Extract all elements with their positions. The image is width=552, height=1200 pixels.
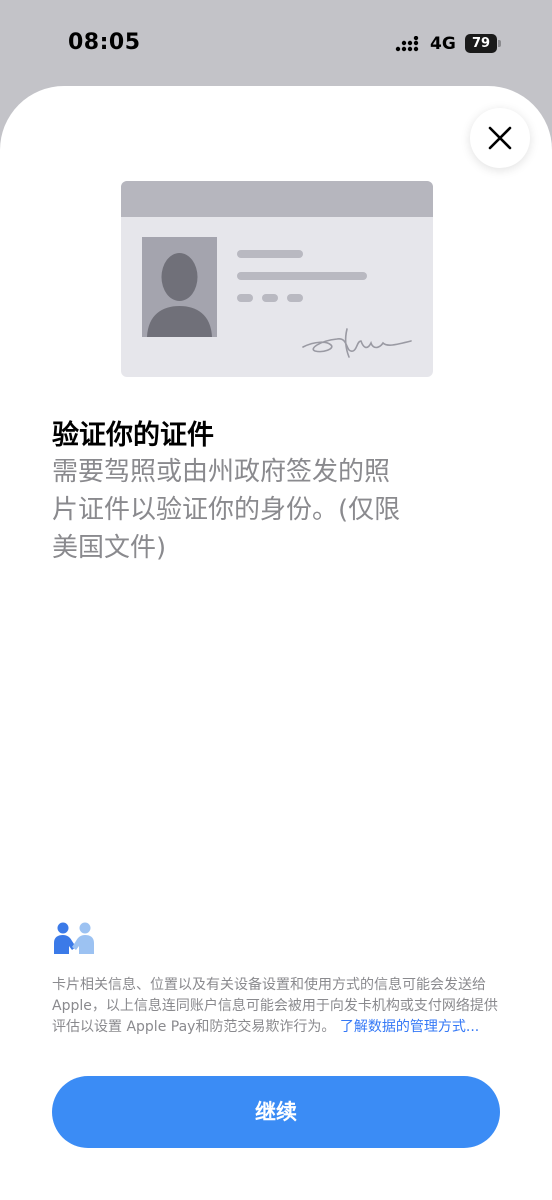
id-card-dot-1 bbox=[237, 294, 253, 302]
handshake-privacy-icon bbox=[54, 922, 94, 954]
id-card-line-2 bbox=[237, 272, 367, 280]
cellular-signal-icon bbox=[395, 36, 419, 52]
id-card-dot-3 bbox=[287, 294, 303, 302]
close-button[interactable] bbox=[470, 108, 530, 168]
id-card-illustration bbox=[121, 181, 433, 377]
network-type-label: 4G bbox=[430, 34, 456, 54]
continue-button[interactable]: 继续 bbox=[52, 1076, 500, 1148]
signature-icon bbox=[302, 328, 412, 358]
privacy-learn-more-link[interactable]: 了解数据的管理方式... bbox=[340, 1019, 479, 1035]
id-card-line-1 bbox=[237, 250, 303, 258]
verification-sheet: 验证你的证件 需要驾照或由州政府签发的照片证件以验证你的身份。(仅限美国文件) … bbox=[0, 86, 552, 1200]
close-icon bbox=[488, 126, 512, 150]
id-card-dot-2 bbox=[262, 294, 278, 302]
battery-level: 79 bbox=[465, 34, 497, 53]
id-card-portrait bbox=[142, 237, 217, 337]
battery-icon: 79 bbox=[465, 34, 501, 53]
status-bar: 08:05 4G 79 bbox=[0, 0, 552, 86]
privacy-disclosure: 卡片相关信息、位置以及有关设备设置和使用方式的信息可能会发送给Apple，以上信… bbox=[52, 975, 504, 1038]
id-card-header-band bbox=[121, 181, 433, 217]
person-silhouette-icon bbox=[147, 253, 212, 337]
status-time: 08:05 bbox=[68, 30, 141, 55]
page-title: 验证你的证件 bbox=[52, 420, 214, 451]
page-description: 需要驾照或由州政府签发的照片证件以验证你的身份。(仅限美国文件) bbox=[52, 457, 401, 563]
battery-cap bbox=[498, 40, 501, 47]
